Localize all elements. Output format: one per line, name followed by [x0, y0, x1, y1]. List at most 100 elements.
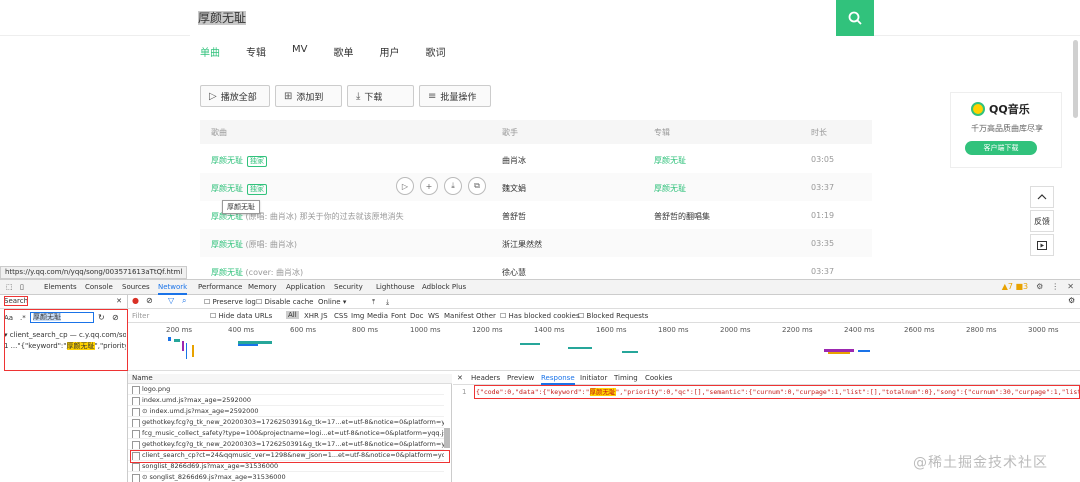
tab-elements[interactable]: Elements — [44, 283, 77, 291]
add-icon[interactable]: + — [420, 177, 438, 195]
download-button[interactable]: ⤓ 下载 — [347, 85, 414, 107]
tab-console[interactable]: Console — [85, 283, 113, 291]
tab-cookies[interactable]: Cookies — [645, 374, 672, 382]
filter-type-css[interactable]: CSS — [334, 312, 348, 320]
tab-timing[interactable]: Timing — [614, 374, 638, 382]
throttle-select[interactable]: Online ▾ — [318, 298, 346, 306]
client-download-button[interactable]: 客户端下载 — [965, 141, 1037, 155]
tab-application[interactable]: Application — [286, 283, 325, 291]
request-row[interactable]: logo.png — [128, 384, 444, 395]
filter-type-manifest[interactable]: Manifest — [444, 312, 474, 320]
tab-network[interactable]: Network — [158, 283, 188, 295]
disable-cache-checkbox[interactable]: ☐ Disable cache — [256, 298, 313, 306]
network-timeline[interactable]: 200 ms 400 ms 600 ms 800 ms 1000 ms 1200… — [128, 323, 1080, 371]
tab-headers[interactable]: Headers — [471, 374, 500, 382]
filter-type-js[interactable]: JS — [321, 312, 328, 320]
tab-security[interactable]: Security — [334, 283, 363, 291]
filter-type-media[interactable]: Media — [367, 312, 388, 320]
search-input[interactable]: 厚颜无耻 — [190, 0, 836, 36]
filter-type-xhr[interactable]: XHR — [304, 312, 319, 320]
filter-icon[interactable]: ▽ — [168, 296, 174, 305]
request-row[interactable]: ⊙ index.umd.js?max_age=2592000 — [128, 406, 444, 417]
song-singer[interactable]: 徐心慧 — [502, 267, 526, 278]
tab-performance[interactable]: Performance — [198, 283, 242, 291]
song-singer[interactable]: 曲肖冰 — [502, 155, 526, 166]
hide-data-urls-checkbox[interactable]: ☐ Hide data URLs — [210, 312, 272, 320]
tab-memory[interactable]: Memory — [248, 283, 276, 291]
tab-response[interactable]: Response — [541, 374, 575, 385]
feedback-button[interactable]: 反馈 — [1030, 210, 1054, 232]
request-row[interactable]: fcg_music_collect_safety?type=100&projec… — [128, 428, 444, 439]
song-row[interactable]: 厚颜无耻 独家 ▷ + ⤓ ⧉ 魏文娟 厚颜无耻 03:37 — [200, 173, 872, 201]
tab-initiator[interactable]: Initiator — [580, 374, 607, 382]
batch-button[interactable]: ≡ 批量操作 — [419, 85, 491, 107]
tab-users[interactable]: 用户 — [379, 44, 399, 63]
song-singer[interactable]: 魏文娟 — [502, 183, 526, 194]
page-scrollbar[interactable] — [1073, 40, 1078, 118]
more-icon[interactable]: ⋮ — [1051, 282, 1059, 291]
song-row[interactable]: 厚颜无耻 (原唱: 曲肖冰) 浙江果然然 03:35 — [200, 229, 872, 257]
close-icon[interactable]: ✕ — [1067, 282, 1074, 291]
song-singer[interactable]: 普舒哲 — [502, 211, 526, 222]
qq-brand: QQ音乐 — [989, 103, 1030, 116]
issues-badge[interactable]: ▲7 ■3 — [1002, 282, 1028, 291]
tab-mv[interactable]: MV — [292, 44, 307, 63]
song-album[interactable]: 普舒哲的翻唱集 — [654, 211, 710, 222]
tab-adblock[interactable]: Adblock Plus — [422, 283, 466, 291]
song-album[interactable]: 厚颜无耻 — [654, 155, 686, 166]
song-album[interactable]: 厚颜无耻 — [654, 183, 686, 194]
back-to-top-button[interactable] — [1030, 186, 1054, 208]
song-row[interactable]: 厚颜无耻 (原唱: 曲肖冰) 那关于你的过去就该原地消失 普舒哲 普舒哲的翻唱集… — [200, 201, 872, 229]
filter-type-doc[interactable]: Doc — [410, 312, 424, 320]
filter-input[interactable]: Filter — [132, 312, 149, 320]
tab-sources[interactable]: Sources — [122, 283, 150, 291]
song-singer[interactable]: 浙江果然然 — [502, 239, 542, 250]
tab-songs[interactable]: 单曲 — [200, 44, 220, 63]
tab-preview[interactable]: Preview — [507, 374, 534, 382]
blocked-cookies-checkbox[interactable]: ☐ Has blocked cookies — [500, 312, 580, 320]
search-button[interactable] — [836, 0, 874, 36]
video-button[interactable] — [1030, 234, 1054, 256]
device-icon[interactable]: ▯ — [20, 283, 24, 291]
filter-type-other[interactable]: Other — [476, 312, 496, 320]
inspect-icon[interactable]: ⬚ — [6, 283, 13, 291]
song-name[interactable]: 厚颜无耻 (cover: 曲肖冰) — [211, 267, 303, 278]
request-row[interactable]: ⊙ songlist_8266d69.js?max_age=31536000 — [128, 472, 444, 482]
export-icon[interactable]: ⤓ — [386, 298, 389, 307]
preserve-log-checkbox[interactable]: ☐ Preserve log — [204, 298, 256, 306]
download-icon[interactable]: ⤓ — [444, 177, 462, 195]
request-list-scrollbar[interactable] — [444, 428, 450, 448]
tab-lyrics[interactable]: 歌词 — [425, 44, 445, 63]
song-name[interactable]: 厚颜无耻 (原唱: 曲肖冰) — [211, 239, 297, 250]
share-icon[interactable]: ⧉ — [468, 177, 486, 195]
close-icon[interactable]: ✕ — [457, 374, 463, 382]
request-row[interactable]: index.umd.js?max_age=2592000 — [128, 395, 444, 406]
name-column-header[interactable]: Name — [128, 374, 452, 384]
filter-type-font[interactable]: Font — [391, 312, 406, 320]
tab-playlists[interactable]: 歌单 — [333, 44, 353, 63]
close-icon[interactable]: ✕ — [116, 297, 122, 305]
search-icon[interactable]: ⌕ — [182, 296, 186, 306]
song-row[interactable]: 厚颜无耻 独家 曲肖冰 厚颜无耻 03:05 — [200, 145, 872, 173]
record-icon[interactable]: ● — [132, 296, 139, 305]
play-icon[interactable]: ▷ — [396, 177, 414, 195]
tab-albums[interactable]: 专辑 — [246, 44, 266, 63]
filter-type-all[interactable]: All — [286, 311, 299, 319]
request-row[interactable]: gethotkey.fcg?g_tk_new_20200303=17262503… — [128, 417, 444, 428]
play-all-button[interactable]: ▷ 播放全部 — [200, 85, 270, 107]
clear-icon[interactable]: ⊘ — [146, 296, 153, 305]
response-line-number: 1 — [462, 388, 467, 396]
request-row[interactable]: gethotkey.fcg?g_tk_new_20200303=17262503… — [128, 439, 444, 450]
header-singer: 歌手 — [502, 128, 518, 137]
tab-lighthouse[interactable]: Lighthouse — [376, 283, 415, 291]
add-to-button[interactable]: ⊞ 添加到 — [275, 85, 342, 107]
import-icon[interactable]: ⤒ — [372, 298, 375, 307]
gear-icon[interactable]: ⚙ — [1036, 282, 1043, 291]
blocked-requests-checkbox[interactable]: ☐ Blocked Requests — [578, 312, 648, 320]
song-name[interactable]: 厚颜无耻 独家 — [211, 183, 267, 195]
gear-icon[interactable]: ⚙ — [1068, 296, 1075, 305]
blocked-requests-label: Blocked Requests — [586, 312, 649, 320]
song-name[interactable]: 厚颜无耻 独家 — [211, 155, 267, 167]
filter-type-ws[interactable]: WS — [428, 312, 439, 320]
filter-type-img[interactable]: Img — [351, 312, 364, 320]
